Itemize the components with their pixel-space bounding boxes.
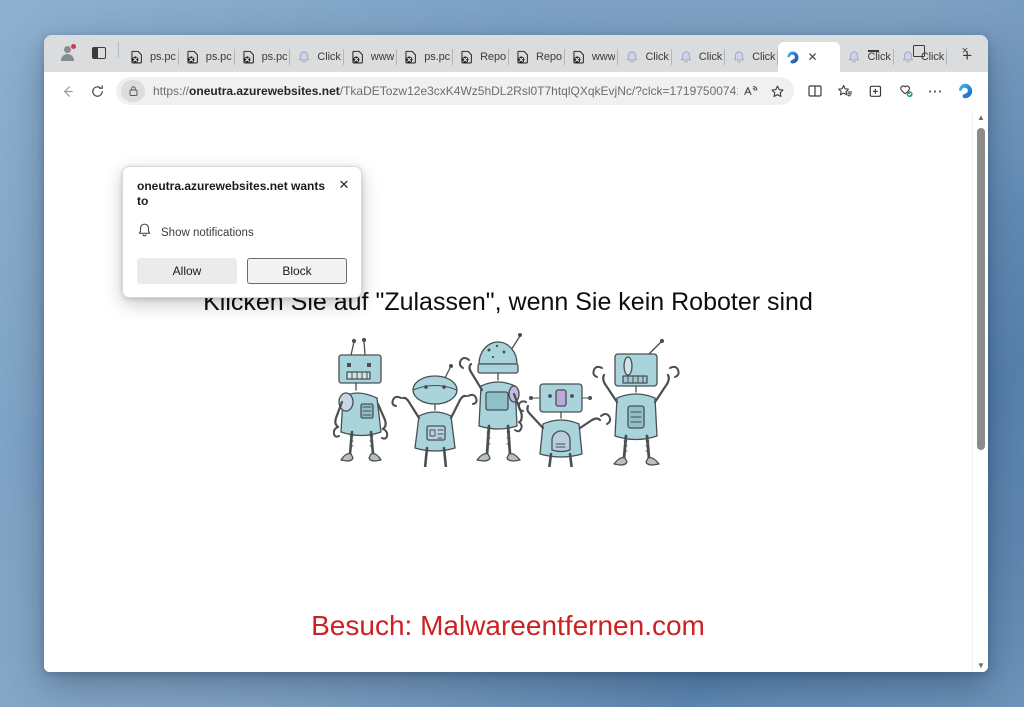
tab-label: ps.pc xyxy=(150,51,176,63)
tab-item[interactable]: ps.pc xyxy=(123,42,179,72)
reload-button[interactable] xyxy=(82,76,112,106)
page-footer-link[interactable]: Besuch: Malwareentfernen.com xyxy=(44,610,972,642)
tab-item[interactable]: Repo xyxy=(453,42,509,72)
tab-item[interactable]: www xyxy=(344,42,398,72)
url-host: oneutra.azurewebsites.net xyxy=(189,84,340,98)
tab-label: ps.pc xyxy=(261,51,288,63)
bell-icon xyxy=(678,49,694,65)
tab-label: Click xyxy=(698,51,723,63)
copilot-icon[interactable] xyxy=(950,76,980,106)
page-scrollbar[interactable]: ▲ ▼ xyxy=(972,110,988,672)
bell-icon xyxy=(900,49,916,65)
scroll-down-arrow-icon[interactable]: ▼ xyxy=(973,658,988,672)
scroll-up-arrow-icon[interactable]: ▲ xyxy=(973,110,988,124)
tab-item[interactable]: Click xyxy=(290,42,344,72)
back-button[interactable] xyxy=(52,76,82,106)
blocked-page-icon xyxy=(459,49,475,65)
tab-item[interactable]: Click xyxy=(672,42,726,72)
toolbar-separator xyxy=(118,42,119,58)
dialog-title: oneutra.azurewebsites.net wants to xyxy=(137,179,326,208)
blocked-page-icon xyxy=(515,49,531,65)
tab-label: Click xyxy=(317,51,341,63)
block-button[interactable]: Block xyxy=(247,258,347,284)
browser-essentials-icon[interactable] xyxy=(890,76,920,106)
url-path: /TkaDETozw12e3cxK4Wz5hDL2Rsl0T7htqlQXqkE… xyxy=(339,84,738,98)
edge-logo-icon xyxy=(784,49,800,65)
tab-strip: ps.pc ps.pc ps.pc Click www ps.pc Repo R… xyxy=(44,35,988,72)
profile-badge xyxy=(70,43,77,50)
profile-button[interactable] xyxy=(52,39,82,67)
bell-icon xyxy=(137,222,152,243)
scrollbar-thumb[interactable] xyxy=(977,128,985,450)
blocked-page-icon xyxy=(350,49,366,65)
split-screen-icon[interactable] xyxy=(800,76,830,106)
five-cartoon-robots-icon xyxy=(332,332,683,478)
content-area: Klicken Sie auf "Zulassen", wenn Sie kei… xyxy=(44,110,988,672)
tab-item[interactable]: ps.pc xyxy=(397,42,454,72)
read-aloud-icon[interactable] xyxy=(738,79,764,103)
tab-label: ps.pc xyxy=(424,51,451,63)
tab-label: www xyxy=(370,51,395,63)
tab-label: www xyxy=(591,51,616,63)
notification-permission-dialog: oneutra.azurewebsites.net wants to ✕ Sho… xyxy=(122,166,362,298)
bell-icon xyxy=(846,49,862,65)
tab-actions-icon xyxy=(92,47,106,59)
close-window-button[interactable]: × xyxy=(942,35,988,67)
tab-close-icon[interactable]: ✕ xyxy=(804,49,820,65)
tab-label: Click xyxy=(645,51,669,63)
tab-label: Click xyxy=(867,51,891,63)
dialog-buttons: Allow Block xyxy=(137,258,347,284)
blocked-page-icon xyxy=(129,49,145,65)
collections-icon[interactable] xyxy=(860,76,890,106)
web-page: Klicken Sie auf "Zulassen", wenn Sie kei… xyxy=(44,110,972,672)
permission-label: Show notifications xyxy=(161,226,254,239)
tab-label: Click xyxy=(752,51,776,63)
tab-item[interactable]: www xyxy=(565,42,619,72)
tab-active[interactable]: ✕ xyxy=(778,42,841,72)
site-info-lock-icon[interactable] xyxy=(121,80,145,102)
bell-icon xyxy=(296,49,312,65)
tab-actions-button[interactable] xyxy=(84,39,114,67)
blocked-page-icon xyxy=(403,49,419,65)
address-bar[interactable]: https://oneutra.azurewebsites.net/TkaDET… xyxy=(116,77,794,105)
omnibox-actions xyxy=(738,79,790,103)
settings-and-more-button[interactable]: ⋯ xyxy=(920,76,950,106)
allow-button[interactable]: Allow xyxy=(137,258,237,284)
tab-label: ps.pc xyxy=(205,51,232,63)
tabs-container: ps.pc ps.pc ps.pc Click www ps.pc Repo R… xyxy=(123,35,972,72)
favorite-star-icon[interactable] xyxy=(764,79,790,103)
tab-item[interactable]: ps.pc xyxy=(179,42,235,72)
bell-icon xyxy=(624,49,640,65)
url-scheme: https:// xyxy=(153,84,190,98)
tabstrip-left-controls xyxy=(48,35,123,72)
close-icon[interactable]: ✕ xyxy=(335,175,353,193)
tab-item[interactable]: Repo xyxy=(509,42,565,72)
tab-item[interactable]: Click xyxy=(840,42,894,72)
favorites-icon[interactable] xyxy=(830,76,860,106)
tab-item[interactable]: Click xyxy=(618,42,672,72)
tab-label: Click xyxy=(920,51,945,63)
tab-divider xyxy=(946,49,948,65)
tab-item[interactable]: ps.pc xyxy=(235,42,291,72)
permission-row: Show notifications xyxy=(137,222,347,243)
blocked-page-icon xyxy=(185,49,201,65)
bell-icon xyxy=(731,49,747,65)
tab-label: Repo xyxy=(535,51,562,63)
blocked-page-icon xyxy=(241,49,257,65)
tab-item[interactable]: Click xyxy=(894,42,948,72)
browser-window: ps.pc ps.pc ps.pc Click www ps.pc Repo R… xyxy=(44,35,988,672)
tab-label: Repo xyxy=(480,51,506,63)
url-text: https://oneutra.azurewebsites.net/TkaDET… xyxy=(153,84,738,98)
blocked-page-icon xyxy=(571,49,587,65)
browser-toolbar: https://oneutra.azurewebsites.net/TkaDET… xyxy=(44,72,988,110)
tab-item[interactable]: Click xyxy=(725,42,779,72)
